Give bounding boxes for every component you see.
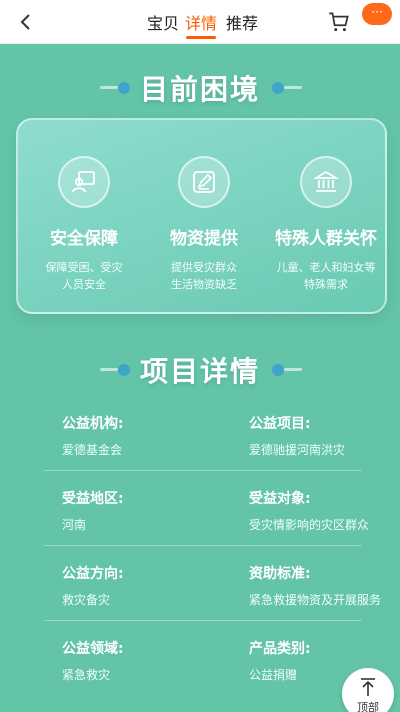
feature-special-care: 特殊人群关怀 儿童、老人和妇女等 特殊需求 bbox=[266, 156, 386, 293]
detail-item: 公益项目: 爱德驰援河南洪灾 bbox=[249, 413, 345, 458]
detail-label: 公益机构: bbox=[62, 416, 124, 432]
feature-desc: 提供受灾群众 生活物资缺乏 bbox=[144, 259, 264, 293]
detail-item: 资助标准: 紧急救援物资及开展服务 bbox=[249, 563, 381, 608]
section-title: 项目详情 bbox=[139, 355, 260, 388]
tab-details[interactable]: 详情 bbox=[181, 10, 221, 34]
feature-desc-line: 特殊需求 bbox=[304, 278, 348, 291]
detail-value: 救灾备灾 bbox=[62, 593, 111, 607]
cart-icon[interactable] bbox=[326, 9, 352, 35]
back-to-top-label: 顶部 bbox=[357, 701, 379, 712]
title-dot-right-icon bbox=[272, 364, 302, 376]
detail-item: 公益机构: 爱德基金会 bbox=[62, 413, 124, 458]
detail-row: 受益地区: 河南 受益对象: 受灾情影响的灾区群众 bbox=[0, 471, 400, 546]
section-title: 目前困境 bbox=[139, 73, 260, 106]
feature-title: 物资提供 bbox=[170, 229, 238, 249]
detail-label: 产品类别: bbox=[249, 641, 311, 657]
detail-label: 受益地区: bbox=[62, 491, 124, 507]
feature-desc: 儿童、老人和妇女等 特殊需求 bbox=[266, 259, 386, 293]
feature-desc-line: 提供受灾群众 bbox=[171, 261, 237, 274]
feature-title: 特殊人群关怀 bbox=[275, 229, 377, 249]
bank-building-icon bbox=[300, 156, 352, 208]
detail-value: 公益捐赠 bbox=[249, 668, 298, 682]
detail-value: 爱德基金会 bbox=[62, 443, 123, 457]
feature-desc-line: 生活物资缺乏 bbox=[171, 278, 237, 291]
tab-recommend[interactable]: 推荐 bbox=[222, 10, 262, 34]
detail-item: 受益地区: 河南 bbox=[62, 488, 124, 533]
detail-item: 产品类别: 公益捐赠 bbox=[249, 638, 311, 683]
back-to-top-button[interactable]: 顶部 bbox=[342, 668, 394, 712]
feature-safety: 安全保障 保障受困、受灾 人员安全 bbox=[24, 156, 144, 293]
tab-baobei[interactable]: 宝贝 bbox=[143, 10, 183, 34]
person-board-icon bbox=[58, 156, 110, 208]
detail-value: 紧急救灾 bbox=[62, 668, 111, 682]
feature-desc-line: 儿童、老人和妇女等 bbox=[276, 261, 376, 274]
feature-desc-line: 保障受困、受灾 bbox=[45, 261, 123, 274]
detail-row: 公益机构: 爱德基金会 公益项目: 爱德驰援河南洪灾 bbox=[0, 396, 400, 471]
detail-label: 公益领域: bbox=[62, 641, 124, 657]
detail-label: 公益项目: bbox=[249, 416, 311, 432]
arrow-up-icon bbox=[361, 678, 375, 696]
more-menu-button[interactable]: ··· bbox=[362, 3, 392, 25]
title-dot-right-icon bbox=[272, 82, 302, 94]
detail-row: 公益方向: 救灾备灾 资助标准: 紧急救援物资及开展服务 bbox=[0, 546, 400, 621]
project-details-heading: 项目详情 bbox=[0, 350, 400, 390]
detail-label: 受益对象: bbox=[249, 491, 311, 507]
feature-title: 安全保障 bbox=[50, 229, 118, 249]
top-nav-bar: 宝贝 详情 推荐 ··· bbox=[0, 0, 400, 44]
detail-value: 受灾情影响的灾区群众 bbox=[249, 518, 370, 532]
difficulties-card: 安全保障 保障受困、受灾 人员安全 物资提供 提供受灾群众 生活物资缺乏 特殊人… bbox=[16, 118, 387, 314]
detail-label: 资助标准: bbox=[249, 566, 311, 582]
edit-note-icon bbox=[178, 156, 230, 208]
title-dot-left-icon bbox=[100, 364, 130, 376]
detail-label: 公益方向: bbox=[62, 566, 124, 582]
current-difficulties-heading: 目前困境 bbox=[0, 68, 400, 108]
feature-desc-line: 人员安全 bbox=[62, 278, 106, 291]
detail-item: 公益领域: 紧急救灾 bbox=[62, 638, 124, 683]
detail-value: 河南 bbox=[62, 518, 87, 532]
title-dot-left-icon bbox=[100, 82, 130, 94]
detail-item: 公益方向: 救灾备灾 bbox=[62, 563, 124, 608]
feature-desc: 保障受困、受灾 人员安全 bbox=[24, 259, 144, 293]
detail-value: 爱德驰援河南洪灾 bbox=[249, 443, 346, 457]
detail-item: 受益对象: 受灾情影响的灾区群众 bbox=[249, 488, 369, 533]
detail-row: 公益领域: 紧急救灾 产品类别: 公益捐赠 bbox=[0, 621, 400, 696]
feature-supplies: 物资提供 提供受灾群众 生活物资缺乏 bbox=[144, 156, 264, 293]
active-tab-indicator bbox=[186, 36, 216, 39]
detail-value: 紧急救援物资及开展服务 bbox=[249, 593, 382, 607]
project-details-list: 公益机构: 爱德基金会 公益项目: 爱德驰援河南洪灾 受益地区: 河南 受益对象… bbox=[0, 396, 400, 696]
